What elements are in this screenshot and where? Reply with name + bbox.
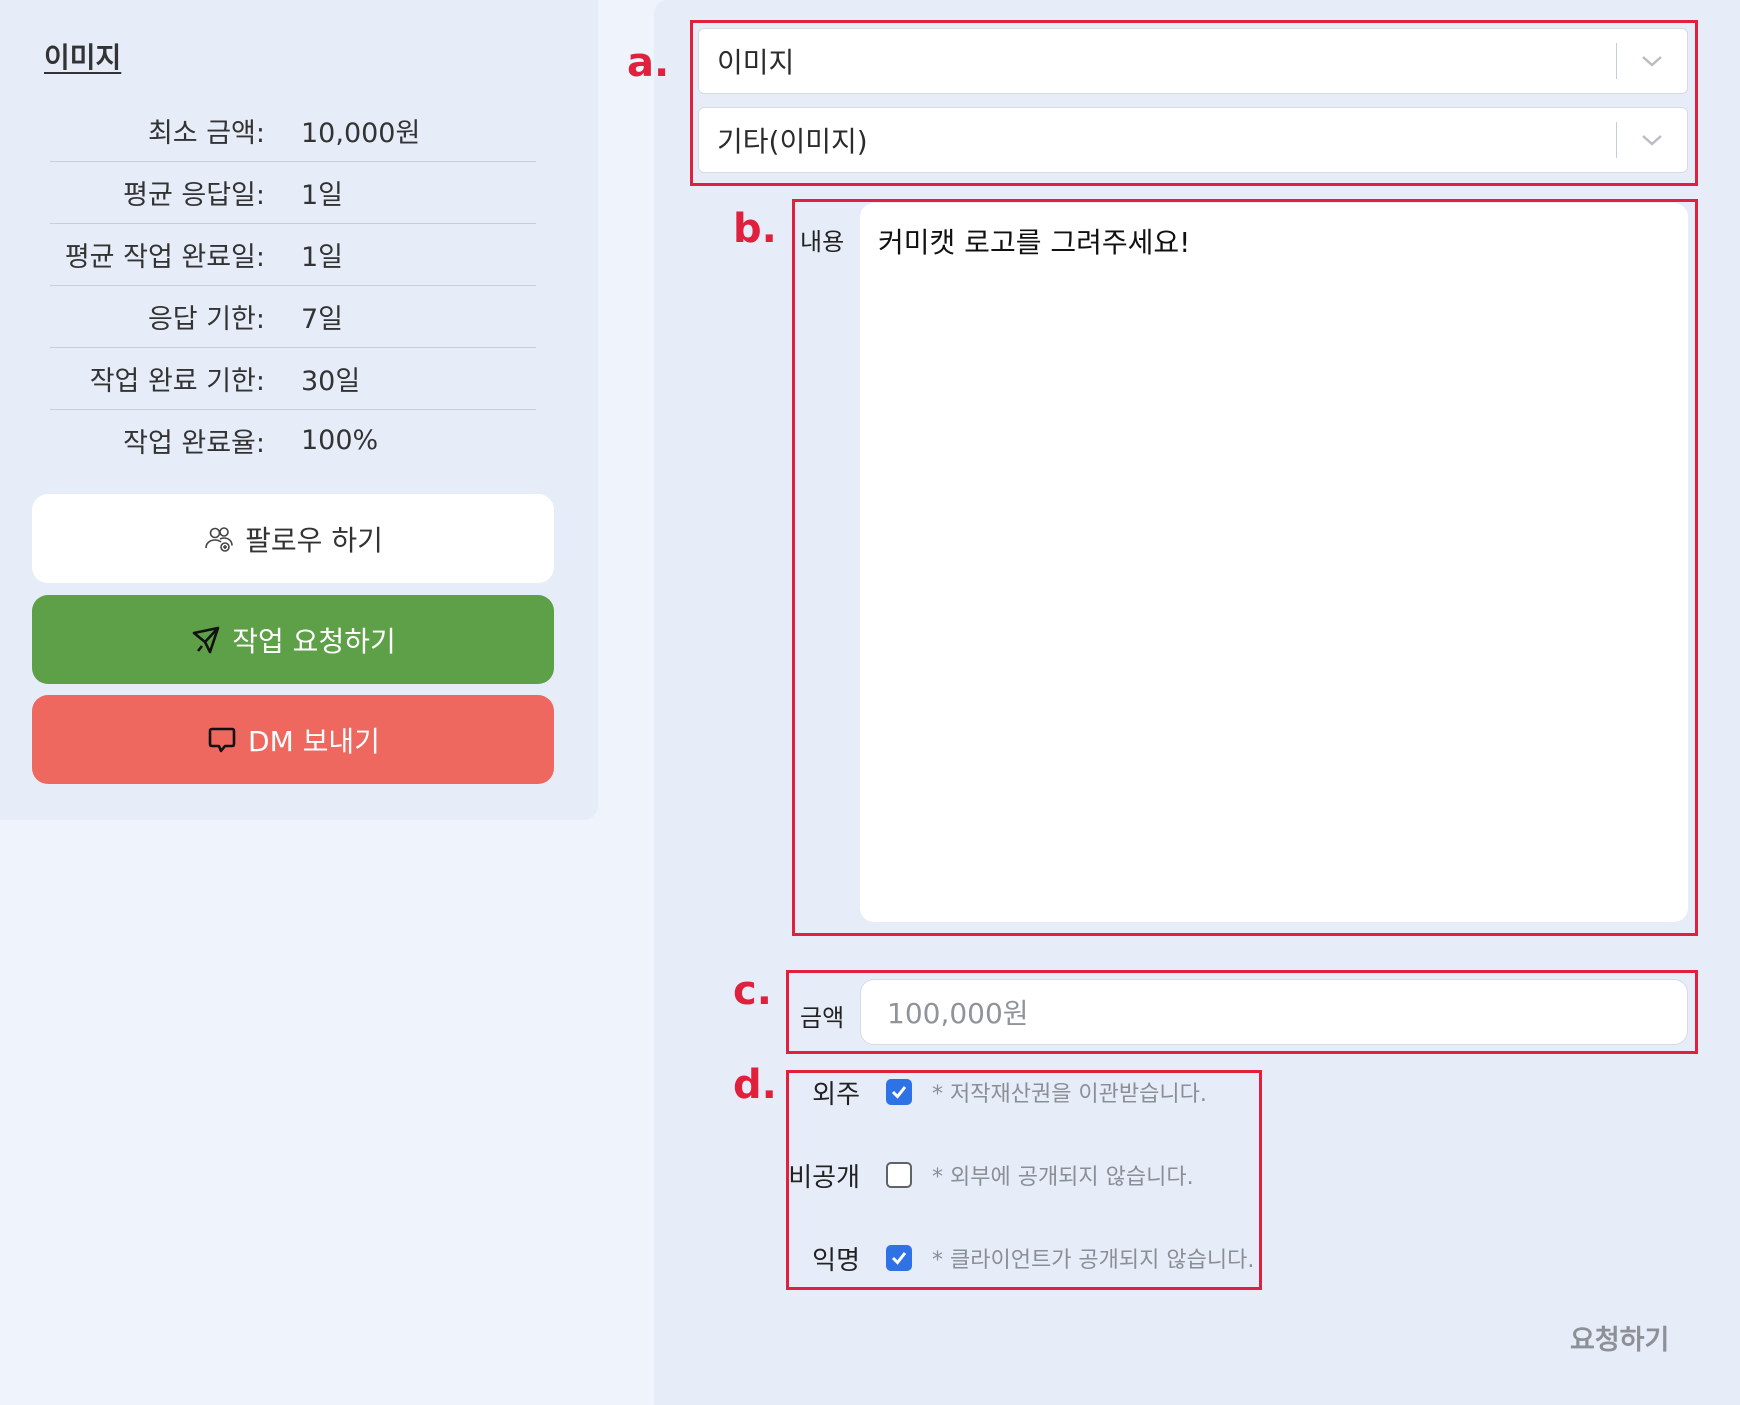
stat-value: 30일 (301, 366, 361, 397)
stat-label: 평균 작업 완료일: (64, 242, 265, 273)
follow-button-label: 팔로우 하기 (245, 523, 383, 557)
annotation-box-a (690, 20, 1698, 186)
chat-bubble-icon (206, 724, 238, 756)
submit-button[interactable]: 요청하기 (1570, 1318, 1669, 1357)
stat-value: 10,000원 (301, 118, 421, 149)
stat-row-avg-response: 평균 응답일: 1일 (50, 162, 536, 224)
stat-label: 최소 금액: (147, 118, 265, 149)
stat-label: 작업 완료 기한: (89, 366, 265, 397)
stats-list: 최소 금액: 10,000원 평균 응답일: 1일 평균 작업 완료일: 1일 … (50, 100, 536, 471)
stat-row-response-deadline: 응답 기한: 7일 (50, 286, 536, 348)
stat-value: 7일 (301, 304, 344, 335)
annotation-box-d (786, 1070, 1262, 1290)
stat-row-completion-rate: 작업 완료율: 100% (50, 410, 536, 471)
annotation-box-c (786, 970, 1698, 1054)
stat-label: 평균 응답일: (123, 180, 265, 211)
dm-button-label: DM 보내기 (248, 724, 380, 758)
stat-value: 1일 (301, 242, 344, 273)
users-icon (203, 523, 235, 555)
stat-label: 작업 완료율: (123, 428, 265, 459)
work-request-button[interactable]: 작업 요청하기 (32, 595, 554, 684)
annotation-box-b (792, 199, 1698, 936)
follow-button[interactable]: 팔로우 하기 (32, 494, 554, 583)
annotation-label-b: b. (733, 206, 777, 252)
stat-value: 1일 (301, 180, 344, 211)
stat-row-avg-completion: 평균 작업 완료일: 1일 (50, 224, 536, 286)
stat-row-min-price: 최소 금액: 10,000원 (50, 100, 536, 162)
stat-row-completion-deadline: 작업 완료 기한: 30일 (50, 348, 536, 410)
creator-info-panel: 이미지 최소 금액: 10,000원 평균 응답일: 1일 평균 작업 완료일:… (0, 0, 598, 820)
category-title: 이미지 (44, 41, 122, 74)
dm-button[interactable]: DM 보내기 (32, 695, 554, 784)
paper-plane-icon (190, 624, 222, 656)
annotation-label-d: d. (733, 1062, 777, 1108)
annotation-label-c: c. (733, 968, 772, 1014)
stat-value: 100% (301, 425, 379, 456)
annotation-label-a: a. (627, 40, 670, 86)
work-request-button-label: 작업 요청하기 (232, 624, 396, 658)
stat-label: 응답 기한: (147, 304, 265, 335)
